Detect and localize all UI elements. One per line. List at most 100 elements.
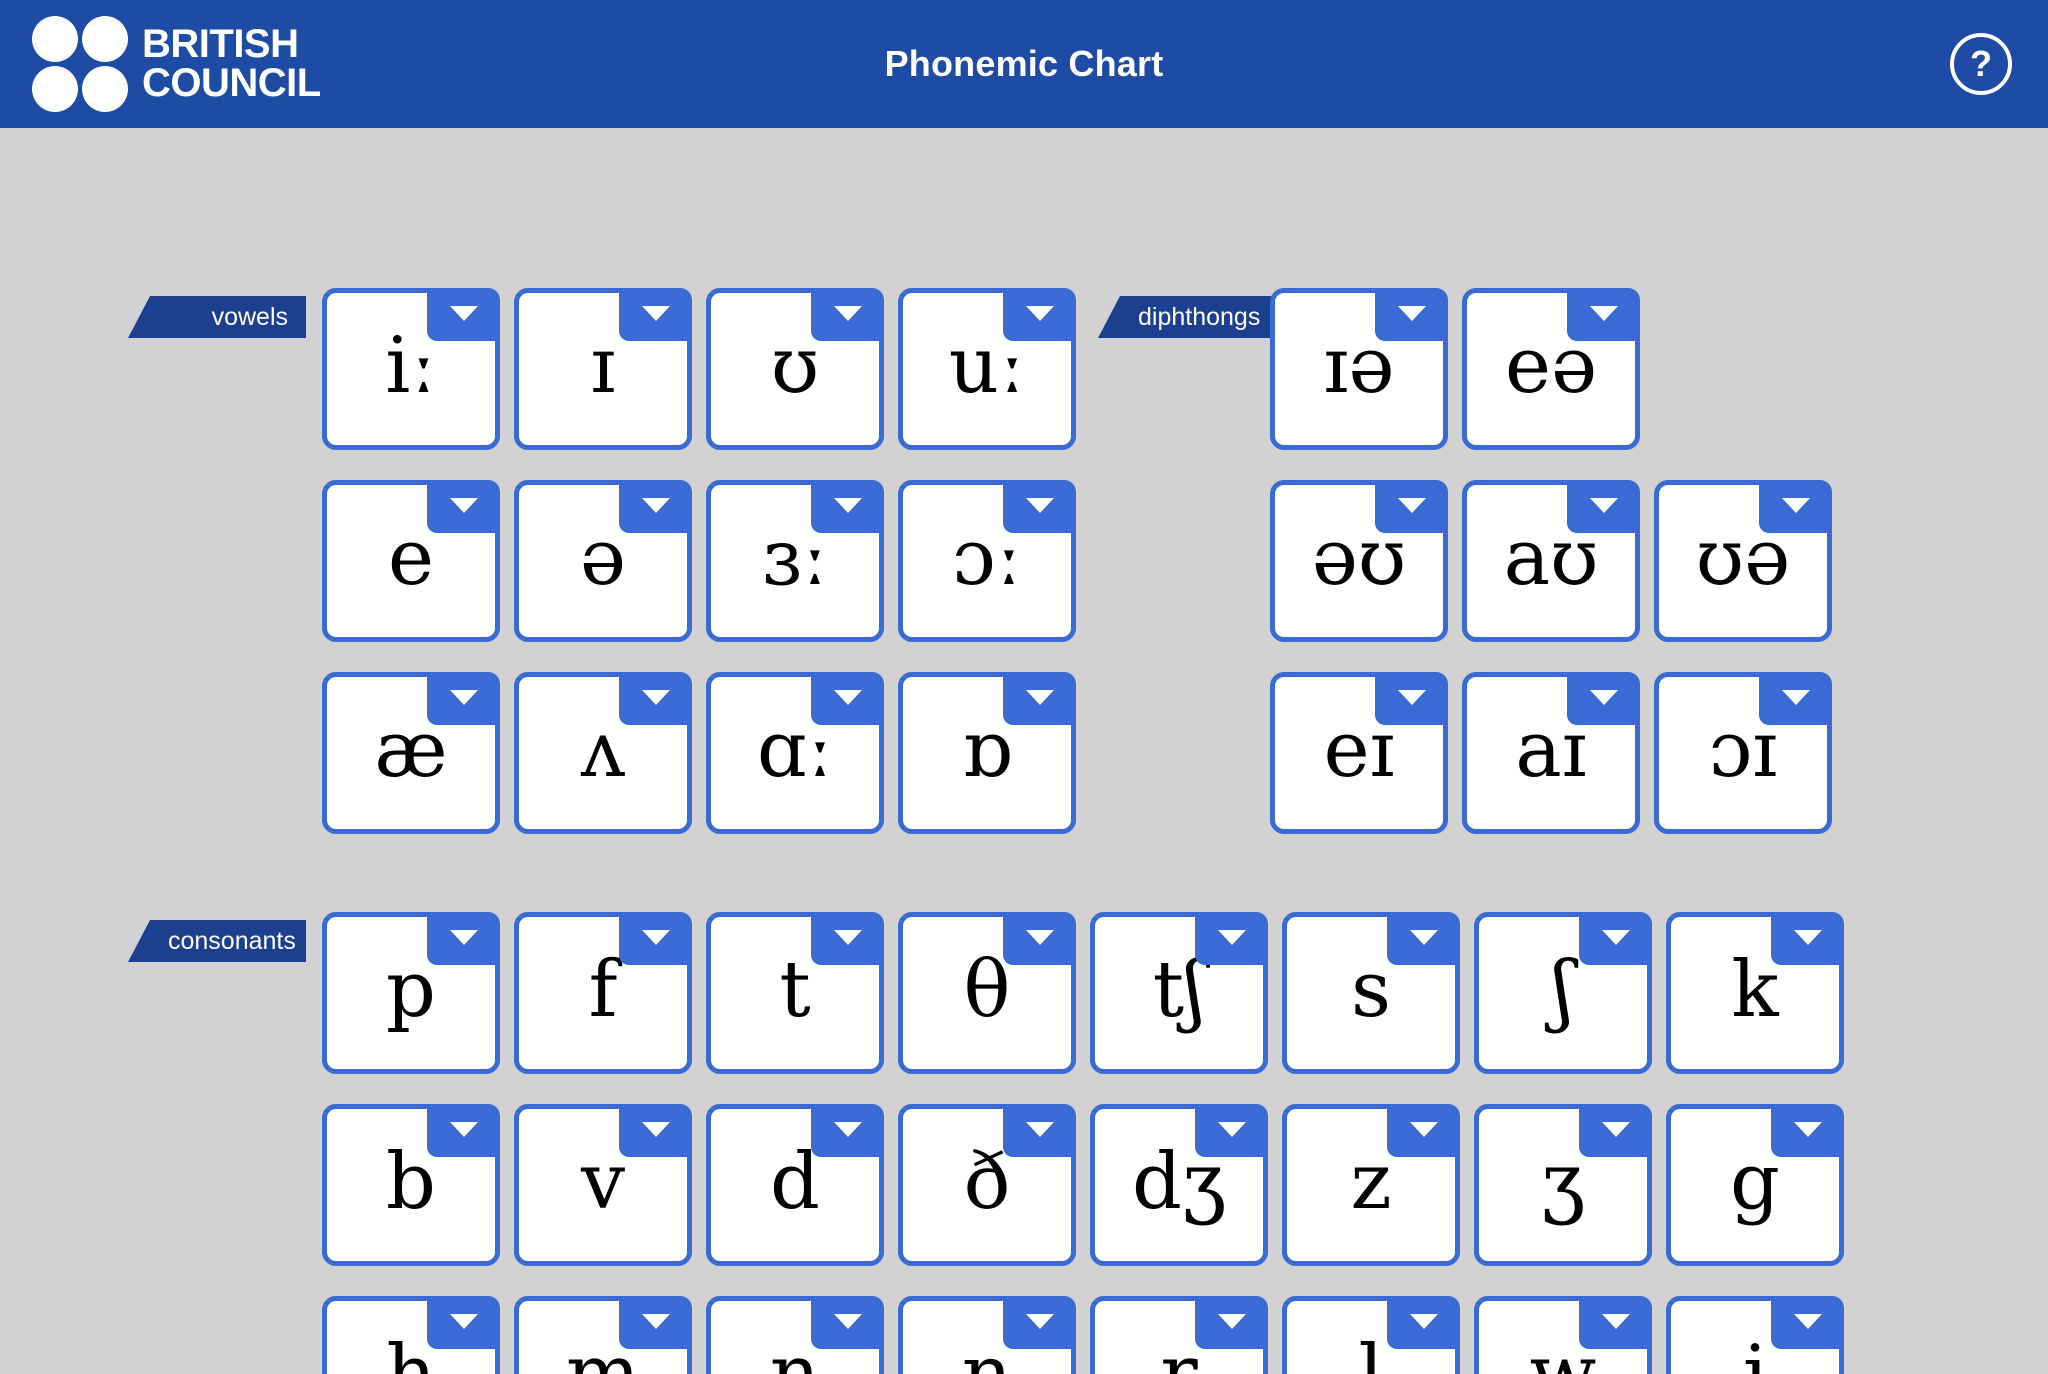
phoneme-dropdown-tab[interactable] — [1579, 912, 1652, 965]
phoneme-card[interactable]: ɪ — [514, 288, 692, 450]
phoneme-symbol: tʃ — [1152, 945, 1206, 1035]
phoneme-dropdown-tab[interactable] — [1375, 672, 1448, 725]
phoneme-dropdown-tab[interactable] — [1771, 912, 1844, 965]
phoneme-dropdown-tab[interactable] — [619, 1104, 692, 1157]
logo-dot-top-left — [32, 16, 78, 62]
phoneme-card[interactable]: r — [1090, 1296, 1268, 1374]
phoneme-card[interactable]: g — [1666, 1104, 1844, 1266]
phoneme-dropdown-tab[interactable] — [619, 912, 692, 965]
phoneme-dropdown-tab[interactable] — [811, 480, 884, 533]
phoneme-card[interactable]: æ — [322, 672, 500, 834]
phoneme-card[interactable]: w — [1474, 1296, 1652, 1374]
phoneme-card[interactable]: l — [1282, 1296, 1460, 1374]
phoneme-dropdown-tab[interactable] — [1003, 288, 1076, 341]
phoneme-dropdown-tab[interactable] — [1387, 1296, 1460, 1349]
phoneme-card[interactable]: h — [322, 1296, 500, 1374]
phoneme-card[interactable]: p — [322, 912, 500, 1074]
phoneme-dropdown-tab[interactable] — [1387, 912, 1460, 965]
phoneme-card[interactable]: eɪ — [1270, 672, 1448, 834]
phoneme-dropdown-tab[interactable] — [1195, 1104, 1268, 1157]
phoneme-card[interactable]: ɑː — [706, 672, 884, 834]
phoneme-card[interactable]: ð — [898, 1104, 1076, 1266]
phoneme-dropdown-tab[interactable] — [1567, 672, 1640, 725]
phoneme-symbol: iː — [385, 321, 437, 411]
phoneme-dropdown-tab[interactable] — [1375, 288, 1448, 341]
help-button[interactable]: ? — [1950, 33, 2012, 95]
chevron-down-icon — [1025, 690, 1054, 705]
phoneme-dropdown-tab[interactable] — [811, 912, 884, 965]
phoneme-dropdown-tab[interactable] — [427, 912, 500, 965]
vowels-row-2: e ə ɜː ɔː — [322, 480, 1076, 642]
chevron-down-icon — [1601, 1122, 1630, 1137]
phoneme-card[interactable]: aɪ — [1462, 672, 1640, 834]
phoneme-card[interactable]: ʒ — [1474, 1104, 1652, 1266]
phoneme-dropdown-tab[interactable] — [619, 288, 692, 341]
phoneme-dropdown-tab[interactable] — [811, 672, 884, 725]
phoneme-dropdown-tab[interactable] — [619, 1296, 692, 1349]
phoneme-symbol: p — [386, 945, 436, 1035]
phoneme-card[interactable]: ɪə — [1270, 288, 1448, 450]
phoneme-card[interactable]: ə — [514, 480, 692, 642]
phoneme-card[interactable]: ʃ — [1474, 912, 1652, 1074]
phoneme-card[interactable]: ʌ — [514, 672, 692, 834]
phoneme-card[interactable]: uː — [898, 288, 1076, 450]
phoneme-card[interactable]: e — [322, 480, 500, 642]
phoneme-card[interactable]: s — [1282, 912, 1460, 1074]
phoneme-dropdown-tab[interactable] — [427, 288, 500, 341]
phoneme-card[interactable]: b — [322, 1104, 500, 1266]
phoneme-dropdown-tab[interactable] — [1567, 480, 1640, 533]
phoneme-dropdown-tab[interactable] — [1195, 1296, 1268, 1349]
phoneme-dropdown-tab[interactable] — [1759, 480, 1832, 533]
phoneme-card[interactable]: iː — [322, 288, 500, 450]
phoneme-dropdown-tab[interactable] — [619, 480, 692, 533]
phoneme-card[interactable]: eə — [1462, 288, 1640, 450]
phoneme-dropdown-tab[interactable] — [1579, 1296, 1652, 1349]
phoneme-dropdown-tab[interactable] — [427, 672, 500, 725]
phoneme-dropdown-tab[interactable] — [1579, 1104, 1652, 1157]
phoneme-dropdown-tab[interactable] — [1771, 1104, 1844, 1157]
phoneme-dropdown-tab[interactable] — [1567, 288, 1640, 341]
phoneme-card[interactable]: tʃ — [1090, 912, 1268, 1074]
phoneme-dropdown-tab[interactable] — [1375, 480, 1448, 533]
phoneme-card[interactable]: n — [706, 1296, 884, 1374]
phoneme-card[interactable]: ŋ — [898, 1296, 1076, 1374]
phoneme-card[interactable]: f — [514, 912, 692, 1074]
phoneme-card[interactable]: t — [706, 912, 884, 1074]
phoneme-card[interactable]: m — [514, 1296, 692, 1374]
phoneme-dropdown-tab[interactable] — [619, 672, 692, 725]
phoneme-dropdown-tab[interactable] — [427, 480, 500, 533]
phoneme-dropdown-tab[interactable] — [427, 1104, 500, 1157]
phoneme-dropdown-tab[interactable] — [1759, 672, 1832, 725]
phoneme-card[interactable]: ʊ — [706, 288, 884, 450]
phoneme-card[interactable]: ɔɪ — [1654, 672, 1832, 834]
phoneme-dropdown-tab[interactable] — [1003, 480, 1076, 533]
phoneme-card[interactable]: d — [706, 1104, 884, 1266]
phoneme-dropdown-tab[interactable] — [1387, 1104, 1460, 1157]
phoneme-dropdown-tab[interactable] — [1771, 1296, 1844, 1349]
phoneme-dropdown-tab[interactable] — [1003, 1296, 1076, 1349]
phoneme-card[interactable]: z — [1282, 1104, 1460, 1266]
phoneme-dropdown-tab[interactable] — [811, 1296, 884, 1349]
phoneme-dropdown-tab[interactable] — [427, 1296, 500, 1349]
phoneme-card[interactable]: dʒ — [1090, 1104, 1268, 1266]
chevron-down-icon — [1217, 930, 1246, 945]
phoneme-dropdown-tab[interactable] — [811, 1104, 884, 1157]
phoneme-card[interactable]: ɔː — [898, 480, 1076, 642]
phoneme-card[interactable]: θ — [898, 912, 1076, 1074]
chevron-down-icon — [1025, 306, 1054, 321]
phoneme-card[interactable]: əʊ — [1270, 480, 1448, 642]
phoneme-card[interactable]: v — [514, 1104, 692, 1266]
phoneme-card[interactable]: ɒ — [898, 672, 1076, 834]
phoneme-card[interactable]: k — [1666, 912, 1844, 1074]
phoneme-card[interactable]: ɜː — [706, 480, 884, 642]
phoneme-dropdown-tab[interactable] — [1003, 1104, 1076, 1157]
phoneme-dropdown-tab[interactable] — [811, 288, 884, 341]
phoneme-dropdown-tab[interactable] — [1003, 672, 1076, 725]
phoneme-dropdown-tab[interactable] — [1003, 912, 1076, 965]
phoneme-card[interactable]: j — [1666, 1296, 1844, 1374]
phoneme-dropdown-tab[interactable] — [1195, 912, 1268, 965]
phoneme-symbol: f — [588, 945, 618, 1035]
chevron-down-icon — [1025, 930, 1054, 945]
phoneme-card[interactable]: aʊ — [1462, 480, 1640, 642]
phoneme-card[interactable]: ʊə — [1654, 480, 1832, 642]
